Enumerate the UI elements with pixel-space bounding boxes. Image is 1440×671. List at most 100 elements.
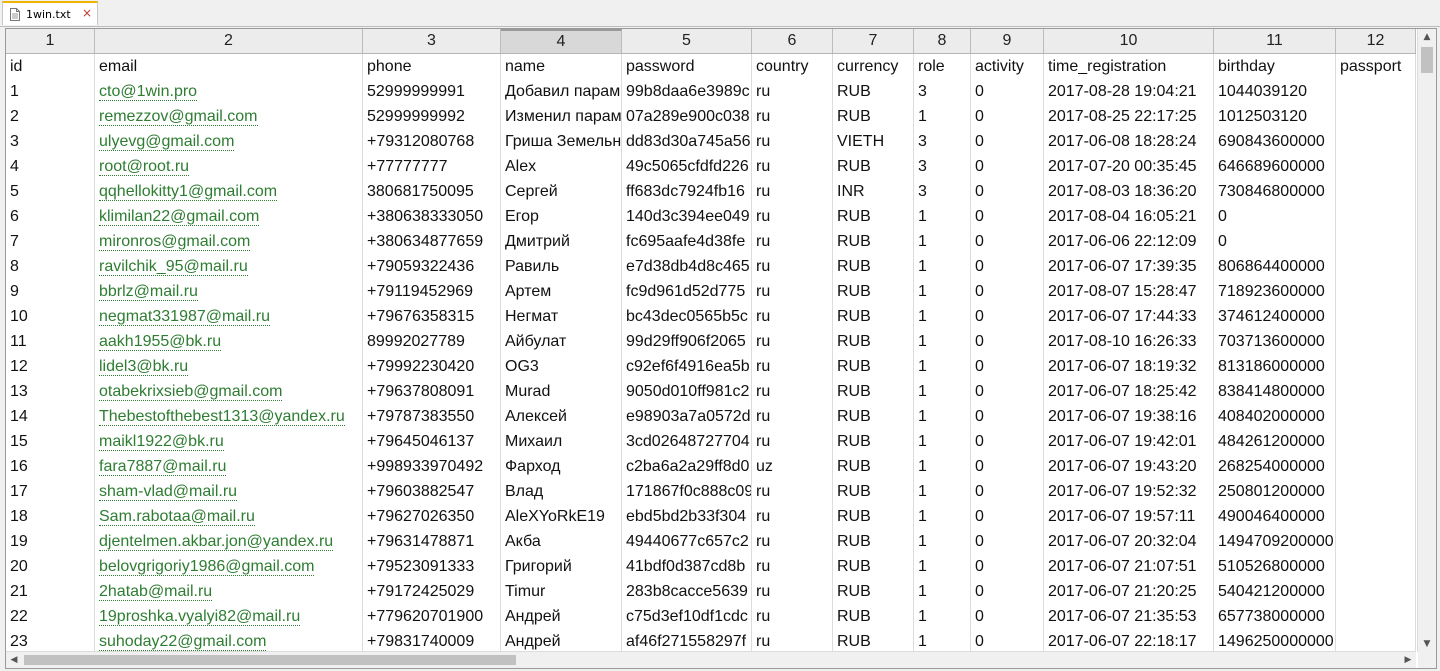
email-link[interactable]: ravilchik_95@mail.ru — [99, 258, 248, 276]
cell-birthday[interactable]: 730846800000 — [1214, 179, 1336, 204]
cell-activity[interactable]: 0 — [971, 154, 1044, 179]
cell-name[interactable]: Равиль — [501, 254, 622, 279]
cell-phone[interactable]: +79312080768 — [363, 129, 501, 154]
cell-time-registration[interactable]: 2017-08-07 15:28:47 — [1044, 279, 1214, 304]
cell-time-registration[interactable]: 2017-06-07 20:32:04 — [1044, 529, 1214, 554]
email-link[interactable]: otabekrixsieb@gmail.com — [99, 383, 283, 401]
cell-birthday[interactable]: 374612400000 — [1214, 304, 1336, 329]
column-number-11[interactable]: 11 — [1214, 29, 1336, 53]
close-icon[interactable]: × — [82, 6, 92, 20]
cell-activity[interactable]: 0 — [971, 579, 1044, 604]
cell-passport[interactable] — [1336, 479, 1416, 504]
cell-name[interactable]: Михаил — [501, 429, 622, 454]
cell-birthday[interactable]: 657738000000 — [1214, 604, 1336, 629]
cell-id[interactable]: 7 — [6, 229, 95, 254]
cell-birthday[interactable]: 646689600000 — [1214, 154, 1336, 179]
cell-role[interactable]: 1 — [914, 304, 971, 329]
cell-time-registration[interactable]: 2017-06-07 17:44:33 — [1044, 304, 1214, 329]
cell-birthday[interactable]: 1044039120 — [1214, 79, 1336, 104]
column-number-5[interactable]: 5 — [622, 29, 752, 53]
cell-time-registration[interactable]: 2017-08-03 18:36:20 — [1044, 179, 1214, 204]
cell-passport[interactable] — [1336, 404, 1416, 429]
cell-currency[interactable]: RUB — [833, 79, 914, 104]
email-link[interactable]: lidel3@bk.ru — [99, 358, 189, 376]
cell-birthday[interactable]: 0 — [1214, 229, 1336, 254]
cell-email[interactable]: sham-vlad@mail.ru — [95, 479, 363, 504]
cell-phone[interactable]: +79059322436 — [363, 254, 501, 279]
cell-role[interactable]: role — [914, 54, 971, 79]
cell-phone[interactable]: +79645046137 — [363, 429, 501, 454]
cell-currency[interactable]: RUB — [833, 529, 914, 554]
cell-passport[interactable] — [1336, 629, 1416, 652]
cell-phone[interactable]: +380634877659 — [363, 229, 501, 254]
cell-birthday[interactable]: 813186000000 — [1214, 354, 1336, 379]
cell-email[interactable]: Thebestofthebest1313@yandex.ru — [95, 404, 363, 429]
cell-phone[interactable]: +79119452969 — [363, 279, 501, 304]
cell-name[interactable]: Акба — [501, 529, 622, 554]
cell-password[interactable]: fc9d961d52d775 — [622, 279, 752, 304]
cell-birthday[interactable]: 703713600000 — [1214, 329, 1336, 354]
cell-id[interactable]: 3 — [6, 129, 95, 154]
cell-passport[interactable] — [1336, 579, 1416, 604]
cell-country[interactable]: ru — [752, 129, 833, 154]
cell-email[interactable]: mironros@gmail.com — [95, 229, 363, 254]
cell-activity[interactable]: activity — [971, 54, 1044, 79]
email-link[interactable]: sham-vlad@mail.ru — [99, 483, 238, 501]
cell-passport[interactable] — [1336, 204, 1416, 229]
cell-password[interactable]: c92ef6f4916ea5b — [622, 354, 752, 379]
cell-country[interactable]: ru — [752, 254, 833, 279]
cell-phone[interactable]: phone — [363, 54, 501, 79]
cell-id[interactable]: 10 — [6, 304, 95, 329]
cell-phone[interactable]: +77777777 — [363, 154, 501, 179]
cell-passport[interactable] — [1336, 379, 1416, 404]
email-link[interactable]: djentelmen.akbar.jon@yandex.ru — [99, 533, 334, 551]
cell-birthday[interactable]: 484261200000 — [1214, 429, 1336, 454]
cell-id[interactable]: 16 — [6, 454, 95, 479]
cell-passport[interactable] — [1336, 104, 1416, 129]
cell-role[interactable]: 1 — [914, 554, 971, 579]
cell-email[interactable]: bbrlz@mail.ru — [95, 279, 363, 304]
cell-passport[interactable] — [1336, 279, 1416, 304]
cell-phone[interactable]: +79831740009 — [363, 629, 501, 652]
cell-country[interactable]: ru — [752, 404, 833, 429]
cell-currency[interactable]: RUB — [833, 504, 914, 529]
cell-time-registration[interactable]: 2017-08-10 16:26:33 — [1044, 329, 1214, 354]
cell-time-registration[interactable]: 2017-06-06 22:12:09 — [1044, 229, 1214, 254]
cell-currency[interactable]: RUB — [833, 279, 914, 304]
cell-passport[interactable] — [1336, 529, 1416, 554]
cell-name[interactable]: Алексей — [501, 404, 622, 429]
cell-time-registration[interactable]: 2017-06-07 18:25:42 — [1044, 379, 1214, 404]
cell-time-registration[interactable]: 2017-07-20 00:35:45 — [1044, 154, 1214, 179]
cell-time-registration[interactable]: 2017-06-07 21:20:25 — [1044, 579, 1214, 604]
cell-time-registration[interactable]: 2017-08-04 16:05:21 — [1044, 204, 1214, 229]
cell-country[interactable]: ru — [752, 479, 833, 504]
cell-id[interactable]: 22 — [6, 604, 95, 629]
cell-birthday[interactable]: 718923600000 — [1214, 279, 1336, 304]
cell-password[interactable]: bc43dec0565b5c — [622, 304, 752, 329]
cell-activity[interactable]: 0 — [971, 179, 1044, 204]
cell-id[interactable]: 19 — [6, 529, 95, 554]
cell-role[interactable]: 3 — [914, 154, 971, 179]
email-link[interactable]: Thebestofthebest1313@yandex.ru — [99, 408, 345, 426]
cell-name[interactable]: Айбулат — [501, 329, 622, 354]
cell-role[interactable]: 1 — [914, 479, 971, 504]
cell-passport[interactable] — [1336, 354, 1416, 379]
cell-phone[interactable]: +998933970492 — [363, 454, 501, 479]
email-link[interactable]: root@root.ru — [99, 158, 190, 176]
cell-activity[interactable]: 0 — [971, 479, 1044, 504]
cell-passport[interactable] — [1336, 429, 1416, 454]
cell-phone[interactable]: +380638333050 — [363, 204, 501, 229]
horizontal-scrollbar[interactable]: ◀ ▶ — [6, 651, 1416, 668]
vertical-scroll-thumb[interactable] — [1421, 47, 1433, 73]
cell-activity[interactable]: 0 — [971, 204, 1044, 229]
cell-email[interactable]: suhoday22@gmail.com — [95, 629, 363, 652]
cell-name[interactable]: OG3 — [501, 354, 622, 379]
cell-currency[interactable]: RUB — [833, 354, 914, 379]
cell-role[interactable]: 1 — [914, 579, 971, 604]
cell-birthday[interactable]: 0 — [1214, 204, 1336, 229]
cell-role[interactable]: 1 — [914, 454, 971, 479]
cell-time-registration[interactable]: 2017-06-07 19:43:20 — [1044, 454, 1214, 479]
cell-birthday[interactable]: 838414800000 — [1214, 379, 1336, 404]
cell-id[interactable]: 13 — [6, 379, 95, 404]
cell-country[interactable]: ru — [752, 154, 833, 179]
